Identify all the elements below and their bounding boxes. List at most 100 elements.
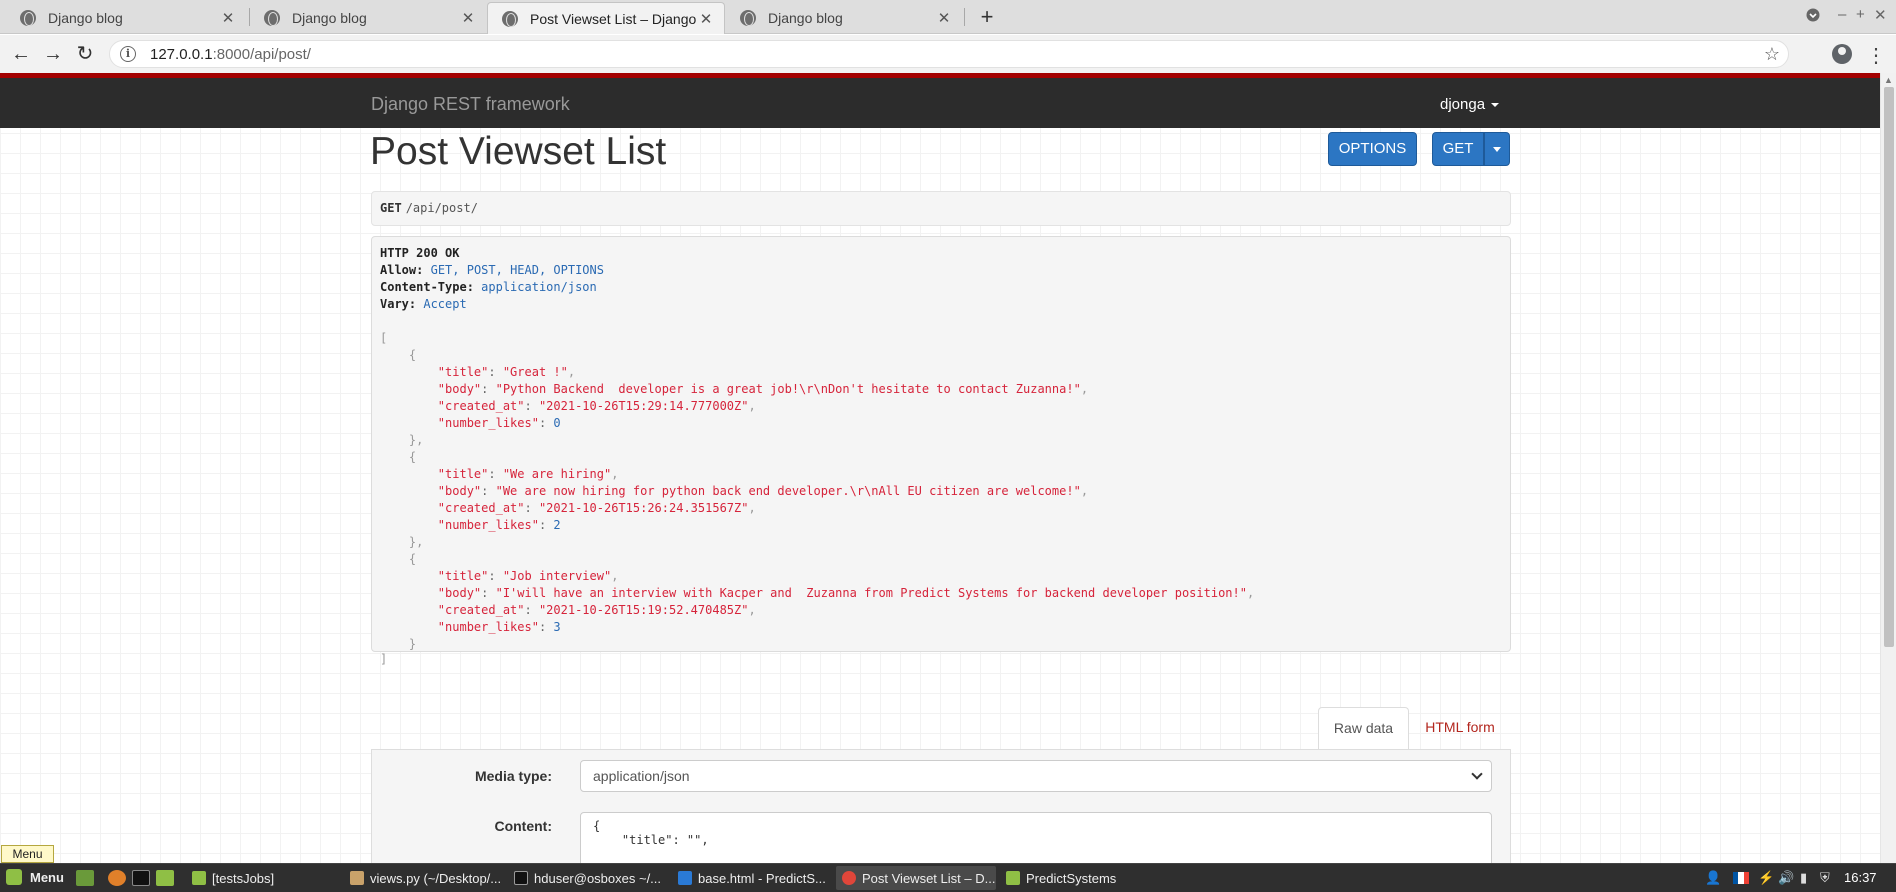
globe-icon <box>740 10 756 26</box>
network-icon[interactable]: ⚡ <box>1758 870 1774 886</box>
json-field: "body": "We are now hiring for python ba… <box>437 484 1089 498</box>
browser-tab[interactable]: Django blog ✕ <box>250 2 486 34</box>
json-close-bracket: ] <box>380 652 388 666</box>
json-object-close: }, <box>380 433 424 447</box>
tab-html-form[interactable]: HTML form <box>1410 707 1510 750</box>
tab-title: Django blog <box>48 10 123 26</box>
tab-raw-data[interactable]: Raw data <box>1318 707 1409 750</box>
globe-icon <box>264 10 280 26</box>
json-object-open: { <box>380 450 417 464</box>
json-object-close: }, <box>380 535 424 549</box>
url-path: :8000/api/post/ <box>212 45 311 63</box>
taskbar-task[interactable]: hduser@osboxes ~/... <box>508 866 668 890</box>
request-path: /api/post/ <box>405 201 478 215</box>
back-icon[interactable]: ← <box>8 41 34 67</box>
start-menu-label: Menu <box>30 869 64 885</box>
browser-tab[interactable]: Django blog ✕ <box>726 2 962 34</box>
show-desktop-icon[interactable] <box>76 870 94 886</box>
json-field: "created_at": "2021-10-26T15:19:52.47048… <box>437 603 756 617</box>
drf-navbar: Django REST framework djonga <box>0 73 1880 128</box>
site-info-icon[interactable]: i <box>120 46 136 62</box>
json-field: "title": "Great !", <box>437 365 576 379</box>
json-field: "title": "We are hiring", <box>437 467 619 481</box>
taskbar-task[interactable]: base.html - PredictS... <box>672 866 832 890</box>
tab-title: Post Viewset List – Django REST <box>530 10 698 27</box>
taskbar-task[interactable]: [testsJobs] <box>186 866 336 890</box>
json-field: "number_likes": 2 <box>437 518 561 532</box>
json-field: "created_at": "2021-10-26T15:29:14.77700… <box>437 399 756 413</box>
request-info: GET/api/post/ <box>371 191 1511 226</box>
folder-icon <box>192 871 206 885</box>
close-tab-icon[interactable]: ✕ <box>220 9 236 27</box>
json-field: "body": "I'will have an interview with K… <box>437 586 1255 600</box>
content-label: Content: <box>494 818 552 834</box>
browser-tab[interactable]: Django blog ✕ <box>6 2 246 34</box>
media-type-value: application/json <box>593 768 690 784</box>
taskbar: Menu [testsJobs] views.py (~/Desktop/...… <box>0 863 1896 892</box>
text-editor-icon <box>350 871 364 885</box>
page-scrollbar[interactable]: ▲ <box>1880 73 1896 863</box>
close-tab-icon[interactable]: ✕ <box>936 9 952 27</box>
json-field: "created_at": "2021-10-26T15:26:24.35156… <box>437 501 756 515</box>
content-textarea[interactable]: { "title": "", <box>580 812 1492 863</box>
browser-toolbar: ← → ↻ i 127.0.0.1:8000/api/post/ ☆ ⋮ <box>0 35 1896 73</box>
firefox-icon[interactable] <box>108 870 126 886</box>
json-field: "title": "Job interview", <box>437 569 619 583</box>
get-format-dropdown[interactable] <box>1484 132 1510 166</box>
json-field: "body": "Python Backend developer is a g… <box>437 382 1089 396</box>
battery-icon[interactable]: ▮ <box>1800 870 1807 886</box>
user-icon[interactable]: 👤 <box>1705 870 1721 886</box>
tab-title: Django blog <box>292 10 367 26</box>
caret-down-icon <box>1491 103 1500 108</box>
response-status: HTTP 200 OK <box>380 246 460 260</box>
close-window-icon[interactable]: ✕ <box>1874 6 1887 24</box>
keyboard-layout-flag-icon[interactable] <box>1733 872 1749 884</box>
json-field: "number_likes": 0 <box>437 416 561 430</box>
start-menu-button[interactable]: Menu <box>6 869 64 885</box>
taskbar-task-active[interactable]: Post Viewset List – D... <box>836 866 996 890</box>
caret-down-icon <box>1493 146 1501 152</box>
shield-icon[interactable]: ⛨ <box>1820 870 1830 886</box>
maximize-icon[interactable]: + <box>1856 6 1865 23</box>
globe-icon <box>502 10 518 27</box>
tab-title: Django blog <box>768 10 843 26</box>
close-tab-icon[interactable]: ✕ <box>698 10 714 28</box>
taskbar-task[interactable]: PredictSystems <box>1000 866 1150 890</box>
json-field: "number_likes": 3 <box>437 620 561 634</box>
clock[interactable]: 16:37 <box>1844 870 1877 885</box>
response-header: Content-Type: application/json <box>380 280 597 294</box>
mint-logo-icon <box>6 869 22 885</box>
chevron-down-icon <box>1471 768 1483 780</box>
raw-data-form: Media type: application/json Content: { … <box>371 749 1511 863</box>
page-title: Post Viewset List <box>370 130 667 173</box>
brand-link[interactable]: Django REST framework <box>371 94 570 115</box>
profile-avatar-icon[interactable] <box>1832 44 1852 64</box>
scroll-thumb[interactable] <box>1884 87 1894 647</box>
volume-icon[interactable]: 🔊 <box>1778 870 1794 886</box>
media-type-select[interactable]: application/json <box>580 760 1492 792</box>
bookmark-star-icon[interactable]: ☆ <box>1764 44 1780 65</box>
user-dropdown[interactable]: djonga <box>1440 96 1500 113</box>
files-icon[interactable] <box>156 870 174 886</box>
options-button[interactable]: OPTIONS <box>1328 132 1417 166</box>
address-bar[interactable]: i 127.0.0.1:8000/api/post/ ☆ <box>109 40 1789 68</box>
get-button[interactable]: GET <box>1432 132 1484 166</box>
reload-icon[interactable]: ↻ <box>72 41 98 67</box>
new-tab-button[interactable]: + <box>975 4 999 30</box>
terminal-icon[interactable] <box>132 870 150 886</box>
tab-search-icon[interactable] <box>1806 8 1820 26</box>
forward-icon[interactable]: → <box>40 41 66 67</box>
browser-tab-active[interactable]: Post Viewset List – Django REST ✕ <box>487 2 725 34</box>
taskbar-task[interactable]: views.py (~/Desktop/... <box>344 866 504 890</box>
browser-menu-icon[interactable]: ⋮ <box>1866 43 1886 68</box>
url-host: 127.0.0.1 <box>150 45 213 63</box>
response-header: Vary: Accept <box>380 297 467 311</box>
media-type-label: Media type: <box>474 768 552 784</box>
page-viewport: Django REST framework djonga Post Viewse… <box>0 73 1880 863</box>
response-header: Allow: GET, POST, HEAD, OPTIONS <box>380 263 604 277</box>
close-tab-icon[interactable]: ✕ <box>460 9 476 27</box>
tab-separator <box>964 8 965 26</box>
terminal-icon <box>514 871 528 885</box>
scroll-up-icon[interactable]: ▲ <box>1884 75 1893 85</box>
minimize-icon[interactable]: – <box>1838 6 1846 23</box>
